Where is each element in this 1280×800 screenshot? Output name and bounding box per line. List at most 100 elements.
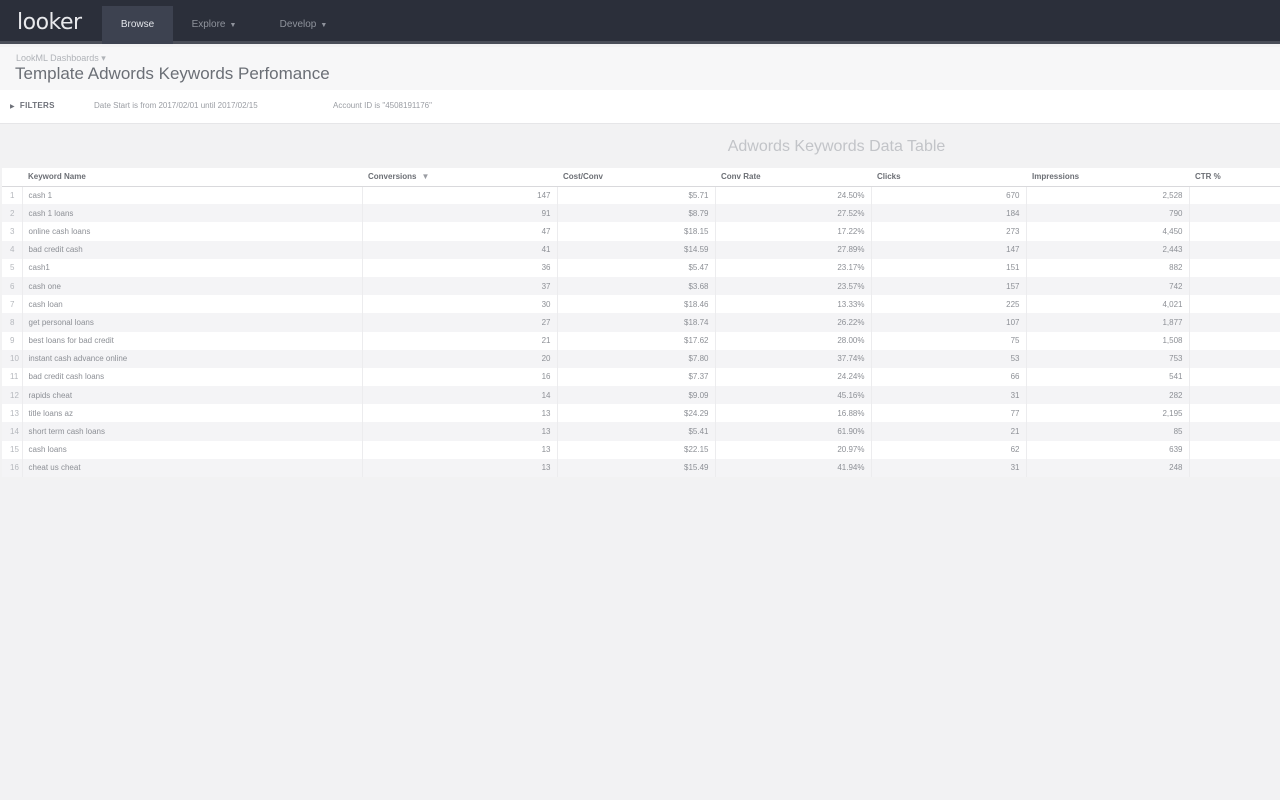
metric-cell bbox=[1189, 367, 1280, 387]
metric-cell: 91 bbox=[362, 204, 558, 223]
column-header-conversions[interactable]: Conversions ▼ bbox=[362, 168, 557, 187]
keyword-name-cell[interactable]: instant cash advance online bbox=[22, 349, 363, 368]
column-header-cost-conv[interactable]: Cost/Conv bbox=[557, 168, 715, 187]
table-row: 6 cash one 37 $3.68 23.57% 157 742 bbox=[2, 276, 1280, 296]
keyword-name-cell[interactable]: cash one bbox=[22, 276, 363, 296]
row-number: 12 bbox=[2, 386, 23, 405]
tile-title: Adwords Keywords Data Table bbox=[0, 138, 1280, 156]
breadcrumb[interactable]: LookML Dashboards ▾ bbox=[16, 53, 106, 64]
nav-tab-browse[interactable]: Browse bbox=[102, 6, 173, 44]
metric-cell: 4,021 bbox=[1026, 295, 1190, 314]
tile-title-text: Adwords Keywords Data Table bbox=[727, 138, 946, 155]
metric-cell: 1,508 bbox=[1026, 331, 1190, 350]
metric-cell: 13 bbox=[362, 404, 558, 423]
column-header-impressions[interactable]: Impressions bbox=[1026, 168, 1189, 187]
metric-cell bbox=[1189, 349, 1280, 368]
row-number: 5 bbox=[2, 258, 23, 277]
metric-cell: 4,450 bbox=[1026, 222, 1190, 241]
nav-tab-label: Develop bbox=[279, 19, 317, 30]
metric-cell bbox=[1189, 240, 1280, 259]
table-row: 4 bad credit cash 41 $14.59 27.89% 147 2,443 bbox=[2, 240, 1280, 259]
metric-cell: 282 bbox=[1026, 386, 1190, 405]
keyword-name-cell[interactable]: get personal loans bbox=[22, 313, 363, 332]
keyword-name-cell[interactable]: cheat us cheat bbox=[22, 458, 363, 477]
metric-cell bbox=[1189, 186, 1280, 205]
table-row: 15 cash loans 13 $22.15 20.97% 62 639 bbox=[2, 440, 1280, 459]
keyword-name-cell[interactable]: best loans for bad credit bbox=[22, 331, 363, 350]
table-body: 1 cash 1 147 $5.71 24.50% 670 2,528 2 cash 1 loa… bbox=[2, 186, 1280, 477]
metric-cell: $18.46 bbox=[557, 295, 716, 314]
metric-cell: 13 bbox=[362, 422, 558, 441]
filters-label: FILTERS bbox=[19, 101, 55, 110]
metric-cell: $22.15 bbox=[557, 440, 716, 459]
filters-toggle[interactable]: ▶ FILTERS bbox=[10, 101, 55, 110]
metric-cell: 85 bbox=[1026, 422, 1190, 441]
keyword-name-cell[interactable]: cash 1 loans bbox=[22, 204, 363, 223]
row-number: 10 bbox=[2, 349, 23, 368]
metric-cell: 2,528 bbox=[1026, 186, 1190, 205]
metric-cell bbox=[1189, 440, 1280, 459]
row-number: 13 bbox=[2, 404, 23, 423]
metric-cell bbox=[1189, 422, 1280, 441]
metric-cell bbox=[1189, 276, 1280, 296]
filter-account-id[interactable]: Account ID is "4508191176" bbox=[333, 101, 432, 110]
nav-tab-explore[interactable]: Explore ▼ bbox=[178, 6, 250, 44]
row-number: 2 bbox=[2, 204, 23, 223]
keyword-name-cell[interactable]: short term cash loans bbox=[22, 422, 363, 441]
keyword-name-cell[interactable]: bad credit cash bbox=[22, 240, 363, 259]
row-number: 9 bbox=[2, 331, 23, 350]
metric-cell bbox=[1189, 313, 1280, 332]
metric-cell: 20 bbox=[362, 349, 558, 368]
triangle-right-icon: ▶ bbox=[10, 104, 15, 110]
row-number: 7 bbox=[2, 295, 23, 314]
keyword-name-cell[interactable]: cash loan bbox=[22, 295, 363, 314]
table-row: 2 cash 1 loans 91 $8.79 27.52% 184 790 bbox=[2, 204, 1280, 223]
metric-cell: 16.88% bbox=[715, 404, 872, 423]
metric-cell: 30 bbox=[362, 295, 558, 314]
metric-cell: 20.97% bbox=[715, 440, 872, 459]
metric-cell: 21 bbox=[362, 331, 558, 350]
metric-cell: 248 bbox=[1026, 458, 1190, 477]
filters-bar: ▶ FILTERS Date Start is from 2017/02/01 u… bbox=[0, 90, 1280, 124]
metric-cell bbox=[1189, 386, 1280, 405]
keyword-name-cell[interactable]: bad credit cash loans bbox=[22, 367, 363, 387]
metric-cell: 742 bbox=[1026, 276, 1190, 296]
keyword-name-cell[interactable]: cash 1 bbox=[22, 186, 363, 205]
keyword-name-cell[interactable]: online cash loans bbox=[22, 222, 363, 241]
metric-cell: 37.74% bbox=[715, 349, 872, 368]
metric-cell: 53 bbox=[871, 349, 1027, 368]
metric-cell: 184 bbox=[871, 204, 1027, 223]
metric-cell bbox=[1189, 458, 1280, 477]
metric-cell: 27 bbox=[362, 313, 558, 332]
metric-cell: $5.71 bbox=[557, 186, 716, 205]
metric-cell bbox=[1189, 404, 1280, 423]
nav-tab-develop[interactable]: Develop ▼ bbox=[266, 6, 341, 44]
metric-cell: $15.49 bbox=[557, 458, 716, 477]
looker-logo[interactable]: looker bbox=[17, 10, 82, 35]
column-header-label: Conversions bbox=[368, 172, 417, 182]
metric-cell: 36 bbox=[362, 258, 558, 277]
keyword-name-cell[interactable]: rapids cheat bbox=[22, 386, 363, 405]
filter-date-start[interactable]: Date Start is from 2017/02/01 until 2017… bbox=[94, 101, 258, 110]
chevron-down-icon: ▼ bbox=[320, 22, 328, 29]
metric-cell: 77 bbox=[871, 404, 1027, 423]
row-number-header bbox=[2, 168, 22, 187]
row-number: 14 bbox=[2, 422, 23, 441]
keywords-data-table: Keyword Name Conversions ▼ Cost/Conv Conv… bbox=[2, 168, 1280, 477]
keyword-name-cell[interactable]: cash1 bbox=[22, 258, 363, 277]
column-header-conv-rate[interactable]: Conv Rate bbox=[715, 168, 871, 187]
table-row: 3 online cash loans 47 $18.15 17.22% 273 4,450 bbox=[2, 222, 1280, 241]
metric-cell: 31 bbox=[871, 386, 1027, 405]
row-number: 3 bbox=[2, 222, 23, 241]
metric-cell: 28.00% bbox=[715, 331, 872, 350]
table-row: 9 best loans for bad credit 21 $17.62 28.00%… bbox=[2, 331, 1280, 350]
column-header-clicks[interactable]: Clicks bbox=[871, 168, 1026, 187]
keyword-name-cell[interactable]: cash loans bbox=[22, 440, 363, 459]
metric-cell: 75 bbox=[871, 331, 1027, 350]
keyword-name-cell[interactable]: title loans az bbox=[22, 404, 363, 423]
metric-cell: 1,877 bbox=[1026, 313, 1190, 332]
column-header-ctr[interactable]: CTR % bbox=[1189, 168, 1280, 187]
table-row: 1 cash 1 147 $5.71 24.50% 670 2,528 bbox=[2, 186, 1280, 205]
column-header-keyword-name[interactable]: Keyword Name bbox=[22, 168, 362, 187]
table-row: 16 cheat us cheat 13 $15.49 41.94% 31 248 bbox=[2, 458, 1280, 477]
